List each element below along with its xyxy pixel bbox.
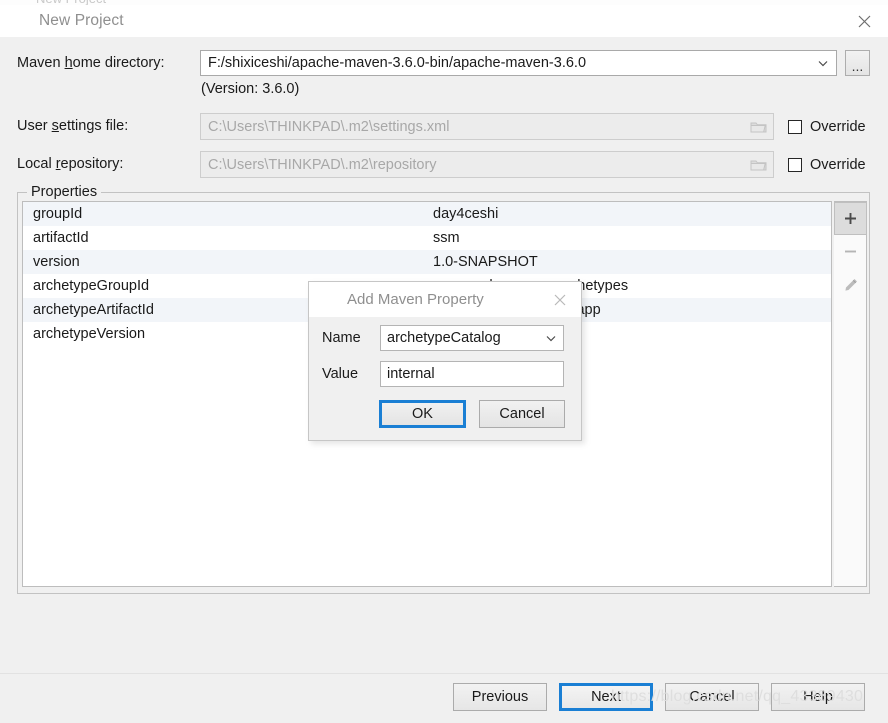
remove-property-button[interactable] xyxy=(834,235,867,268)
local-repository-field: C:\Users\THINKPAD\.m2\repository xyxy=(200,151,774,178)
chevron-down-icon[interactable] xyxy=(539,332,563,344)
property-value-label: Value xyxy=(322,366,359,382)
folder-icon xyxy=(743,158,773,172)
modal-cancel-label: Cancel xyxy=(499,406,545,422)
browse-button-label: ... xyxy=(851,58,864,74)
property-name-label: Name xyxy=(322,330,361,346)
local-repository-label-row: Local repository: xyxy=(17,151,123,177)
property-value: 1.0-SNAPSHOT xyxy=(433,254,538,270)
local-repository-override-checkbox[interactable] xyxy=(788,157,802,172)
intellij-logo-icon: IJ xyxy=(322,287,339,308)
user-settings-override[interactable]: Override xyxy=(788,113,866,140)
close-icon[interactable] xyxy=(841,5,888,37)
user-settings-value: C:\Users\THINKPAD\.m2\settings.xml xyxy=(208,118,450,135)
cancel-button-label: Cancel xyxy=(689,689,735,705)
user-settings-override-label: Override xyxy=(810,118,866,135)
previous-button-label: Previous xyxy=(471,689,529,705)
window-titlebar: IJ New Project xyxy=(0,5,888,37)
add-maven-property-dialog: IJ Add Maven Property Name archetypeCata… xyxy=(308,281,582,441)
cancel-button[interactable]: Cancel xyxy=(665,683,759,711)
next-button-label: Next xyxy=(591,689,621,705)
edit-property-button[interactable] xyxy=(834,268,867,301)
property-value: day4ceshi xyxy=(433,206,499,222)
dialog-footer: Previous Next Cancel Help xyxy=(0,673,888,723)
local-repository-label: Local repository: xyxy=(17,156,124,172)
user-settings-override-checkbox[interactable] xyxy=(788,119,802,134)
user-settings-label-row: User settings file: xyxy=(17,113,128,139)
modal-ok-label: OK xyxy=(412,406,433,422)
intellij-logo-icon: IJ xyxy=(13,8,30,30)
modal-title: Add Maven Property xyxy=(347,291,484,308)
help-button-label: Help xyxy=(803,689,833,705)
add-property-button[interactable] xyxy=(834,202,867,235)
property-value-text: internal xyxy=(387,366,435,382)
table-row[interactable]: artifactId ssm xyxy=(23,226,831,250)
user-settings-label: User settings file: xyxy=(17,118,129,134)
local-repository-override[interactable]: Override xyxy=(788,151,866,178)
property-name-combobox[interactable]: archetypeCatalog xyxy=(380,325,564,351)
property-value: ssm xyxy=(433,230,460,246)
modal-body: Name archetypeCatalog Value internal OK … xyxy=(309,317,581,442)
maven-version-note: (Version: 3.6.0) xyxy=(201,81,300,97)
maven-home-label-row: Maven home directory: xyxy=(17,50,165,76)
chevron-down-icon[interactable] xyxy=(810,57,836,69)
properties-group-title: Properties xyxy=(27,184,102,200)
maven-home-browse-button[interactable]: ... xyxy=(845,50,870,76)
modal-titlebar: IJ Add Maven Property xyxy=(309,282,581,317)
modal-ok-button[interactable]: OK xyxy=(379,400,466,428)
next-button[interactable]: Next xyxy=(559,683,653,711)
modal-cancel-button[interactable]: Cancel xyxy=(479,400,565,428)
local-repository-value: C:\Users\THINKPAD\.m2\repository xyxy=(208,156,437,173)
local-repository-override-label: Override xyxy=(810,156,866,173)
property-name: groupId xyxy=(33,206,83,222)
folder-icon xyxy=(743,120,773,134)
window-title: New Project xyxy=(39,12,124,29)
property-name-value: archetypeCatalog xyxy=(387,330,501,346)
table-row[interactable]: version 1.0-SNAPSHOT xyxy=(23,250,831,274)
table-row[interactable]: groupId day4ceshi xyxy=(23,202,831,226)
help-button[interactable]: Help xyxy=(771,683,865,711)
user-settings-field: C:\Users\THINKPAD\.m2\settings.xml xyxy=(200,113,774,140)
property-name: artifactId xyxy=(33,230,89,246)
maven-home-label: Maven home directory: xyxy=(17,55,165,71)
maven-home-value: F:/shixiceshi/apache-maven-3.6.0-bin/apa… xyxy=(208,55,587,71)
close-icon[interactable] xyxy=(545,282,575,317)
property-name: version xyxy=(33,254,80,270)
properties-toolbar xyxy=(834,201,867,587)
previous-button[interactable]: Previous xyxy=(453,683,547,711)
property-value-input[interactable]: internal xyxy=(380,361,564,387)
maven-home-combobox[interactable]: F:/shixiceshi/apache-maven-3.6.0-bin/apa… xyxy=(200,50,837,76)
